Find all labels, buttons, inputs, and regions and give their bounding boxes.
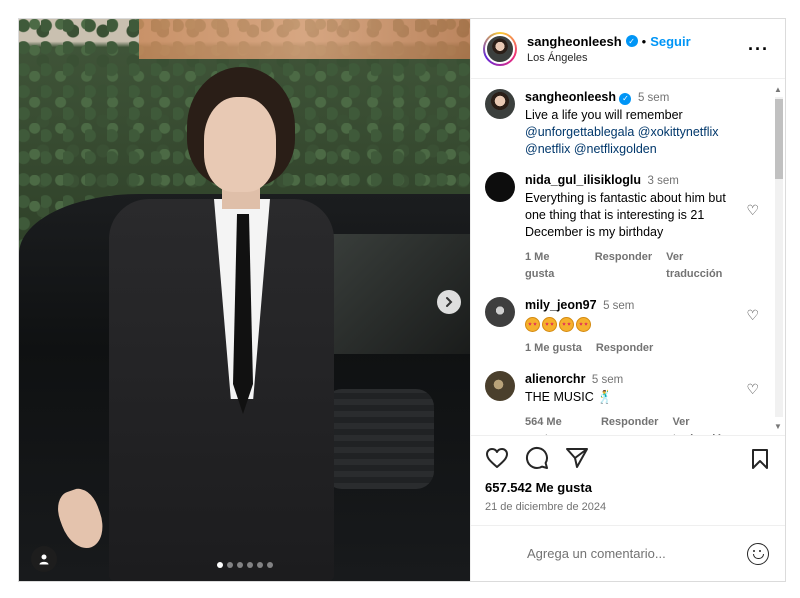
post-side-panel: sangheonleesh ✓ • Seguir Los Ángeles ···… <box>470 19 785 581</box>
comment-item: nida_gul_ilisikloglu 3 sem Everything is… <box>485 172 759 283</box>
post-actions: 657.542 Me gusta 21 de diciembre de 2024 <box>471 435 785 581</box>
caption-time: 5 sem <box>637 92 670 104</box>
comment-input[interactable] <box>527 546 747 561</box>
scroll-up-arrow-icon[interactable]: ▲ <box>774 85 782 94</box>
caption-avatar[interactable] <box>485 89 515 119</box>
comment-item: mily_jeon97 5 sem 1 Me gusta Responder ♡ <box>485 297 759 357</box>
follow-button[interactable]: Seguir <box>650 34 690 49</box>
like-comment-heart-icon[interactable]: ♡ <box>746 307 759 324</box>
comments-list[interactable]: sangheonleesh ✓ 5 sem Live a life you wi… <box>471 79 785 435</box>
carousel-dot <box>257 562 263 568</box>
comment-time: 5 sem <box>603 300 635 312</box>
post-date[interactable]: 21 de diciembre de 2024 <box>485 501 771 513</box>
carousel-next-button[interactable] <box>437 290 461 314</box>
translate-button[interactable]: Ver traducción <box>672 414 741 435</box>
like-comment-heart-icon[interactable]: ♡ <box>746 381 759 398</box>
verified-badge-icon: ✓ <box>619 92 632 105</box>
verified-badge-icon: ✓ <box>625 35 638 47</box>
star-struck-emoji-icon <box>559 317 574 332</box>
comment-time: 5 sem <box>591 374 624 386</box>
post-dialog: sangheonleesh ✓ • Seguir Los Ángeles ···… <box>18 18 786 582</box>
caption: sangheonleesh ✓ 5 sem Live a life you wi… <box>485 89 759 158</box>
caption-text: Live a life you will remember <box>525 108 683 122</box>
chevron-right-icon <box>446 297 453 307</box>
post-location[interactable]: Los Ángeles <box>527 52 691 64</box>
comment-time: 3 sem <box>647 175 679 187</box>
carousel-dot <box>227 562 233 568</box>
comment-text: Everything is fantastic about him but on… <box>525 191 726 239</box>
comment-body: mily_jeon97 5 sem 1 Me gusta Responder <box>525 297 741 357</box>
comment-body: nida_gul_ilisikloglu 3 sem Everything is… <box>525 172 741 283</box>
comment-meta: 1 Me gusta Responder Ver traducción <box>525 249 741 283</box>
author-avatar-image <box>485 33 515 64</box>
author-username[interactable]: sangheonleesh <box>527 34 622 49</box>
scroll-down-arrow-icon[interactable]: ▼ <box>774 422 782 431</box>
post-header: sangheonleesh ✓ • Seguir Los Ángeles ··· <box>471 19 785 79</box>
reply-button[interactable]: Responder <box>601 414 658 435</box>
star-struck-emoji-icon <box>542 317 557 332</box>
caption-body: sangheonleesh ✓ 5 sem Live a life you wi… <box>525 89 741 158</box>
author-avatar[interactable] <box>483 31 517 66</box>
header-name-row: sangheonleesh ✓ • Seguir <box>527 34 691 49</box>
emoji-picker-icon[interactable] <box>747 542 769 565</box>
translate-button[interactable]: Ver traducción <box>666 249 741 283</box>
star-struck-emoji-icon <box>525 317 540 332</box>
comment-icon[interactable] <box>525 446 549 470</box>
comment-username[interactable]: mily_jeon97 <box>525 298 597 312</box>
user-icon <box>39 554 49 565</box>
comment-text: THE MUSIC 🕺 <box>525 390 613 404</box>
star-struck-emoji-icon <box>576 317 591 332</box>
comment-likes[interactable]: 1 Me gusta <box>525 249 581 283</box>
comment-avatar[interactable] <box>485 297 515 327</box>
person-face <box>204 97 276 192</box>
comment-username[interactable]: nida_gul_ilisikloglu <box>525 173 641 187</box>
comment-emoji-row <box>525 317 741 332</box>
comment-likes[interactable]: 1 Me gusta <box>525 340 582 357</box>
carousel-indicator <box>217 562 273 568</box>
more-options-icon[interactable]: ··· <box>748 39 769 60</box>
comments-scrollbar[interactable]: ▲ ▼ <box>773 85 783 431</box>
comment-avatar[interactable] <box>485 371 515 401</box>
carousel-dot <box>267 562 273 568</box>
comment-body: alienorchr 5 sem THE MUSIC 🕺 564 Me gust… <box>525 371 741 435</box>
caption-mentions[interactable]: @unforgettablegala @xokittynetflix @netf… <box>525 124 741 158</box>
carousel-dot-active <box>217 562 223 568</box>
reply-button[interactable]: Responder <box>595 249 652 283</box>
caption-username[interactable]: sangheonleesh <box>525 90 616 104</box>
car-seat <box>324 389 434 489</box>
comment-meta: 1 Me gusta Responder <box>525 340 741 357</box>
like-comment-heart-icon[interactable]: ♡ <box>746 202 759 219</box>
tagged-users-button[interactable] <box>31 546 57 572</box>
likes-count[interactable]: 657.542 Me gusta <box>485 480 771 495</box>
header-texts: sangheonleesh ✓ • Seguir Los Ángeles <box>527 34 691 64</box>
comment-avatar[interactable] <box>485 172 515 202</box>
scrollbar-thumb[interactable] <box>775 99 783 179</box>
carousel-dot <box>247 562 253 568</box>
background-building <box>139 19 470 59</box>
heart-icon[interactable] <box>485 447 509 469</box>
carousel-dot <box>237 562 243 568</box>
comment-likes[interactable]: 564 Me gusta <box>525 414 587 435</box>
comment-meta: 564 Me gusta Responder Ver traducción <box>525 414 741 435</box>
bookmark-icon[interactable] <box>751 448 769 470</box>
share-icon[interactable] <box>565 447 589 469</box>
comment-composer <box>471 525 785 581</box>
action-icons-row <box>485 446 771 470</box>
comment-username[interactable]: alienorchr <box>525 372 585 386</box>
post-media[interactable] <box>19 19 470 581</box>
comment-item: alienorchr 5 sem THE MUSIC 🕺 564 Me gust… <box>485 371 759 435</box>
reply-button[interactable]: Responder <box>596 340 653 357</box>
separator-dot: • <box>641 33 647 49</box>
